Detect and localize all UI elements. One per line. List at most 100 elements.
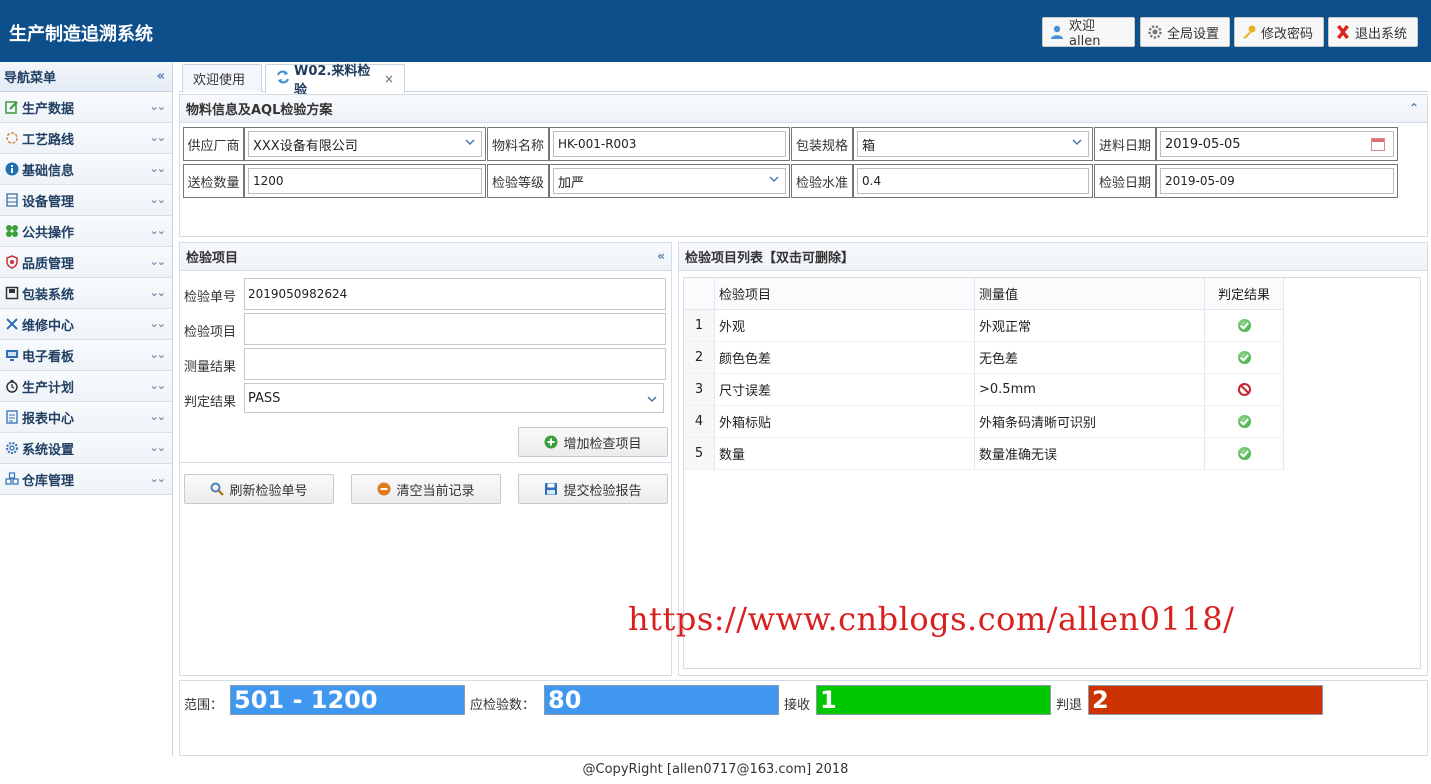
chevron-down-icon[interactable]: ⌄⌄ — [150, 131, 167, 144]
sidebar-item-label: 基础信息 — [22, 163, 75, 179]
inspection-qty-field[interactable]: 1200 — [244, 164, 486, 198]
chevron-down-icon[interactable]: ⌄⌄ — [150, 317, 167, 330]
material-panel-title: 物料信息及AQL检验方案 — [186, 103, 333, 118]
chevron-down-icon[interactable]: ⌄⌄ — [150, 193, 167, 206]
welcome-label: 欢迎 allen — [1069, 19, 1101, 49]
inspection-date-label: 检验日期 — [1094, 164, 1156, 198]
inspection-qty-value: 1200 — [253, 174, 284, 188]
chevron-down-icon[interactable]: ⌄⌄ — [150, 255, 167, 268]
shield-icon — [4, 254, 20, 270]
search-icon — [210, 482, 225, 496]
list-panel-title: 检验项目列表【双击可删除】 — [685, 251, 855, 266]
collapse-left-icon[interactable]: « — [657, 249, 665, 263]
incoming-date-field[interactable]: 2019-05-05 — [1156, 127, 1398, 161]
sidebar-item[interactable]: 公共操作 ⌄⌄ — [0, 216, 172, 247]
supplier-select[interactable]: XXX设备有限公司 — [244, 127, 486, 161]
sidebar-item[interactable]: 仓库管理 ⌄⌄ — [0, 464, 172, 495]
change-password-button[interactable]: 修改密码 — [1234, 17, 1324, 47]
order-number-value: 2019050982624 — [248, 287, 348, 301]
sidebar-item[interactable]: 生产计划 ⌄⌄ — [0, 371, 172, 402]
table-row[interactable]: 1 外观 外观正常 — [684, 310, 1284, 342]
chevron-down-icon[interactable]: ⌄⌄ — [150, 224, 167, 237]
aql-level-value: 0.4 — [862, 174, 882, 188]
minus-icon — [377, 482, 391, 496]
order-number-field[interactable]: 2019050982624 — [244, 278, 666, 310]
sidebar-item[interactable]: 设备管理 ⌄⌄ — [0, 185, 172, 216]
logout-button[interactable]: 退出系统 — [1328, 17, 1418, 47]
value-cell: 数量准确无误 — [974, 438, 1204, 469]
judge-select[interactable]: PASS — [244, 383, 664, 413]
check-circle-icon — [1237, 351, 1251, 364]
range-value: 501 - 1200 — [230, 685, 465, 715]
sidebar-item[interactable]: 维修中心 ⌄⌄ — [0, 309, 172, 340]
tab-incoming-inspection[interactable]: W02.来料检验 × — [265, 64, 405, 98]
chevron-down-icon[interactable]: ⌄⌄ — [150, 472, 167, 485]
table-row[interactable]: 2 颜色色差 无色差 — [684, 342, 1284, 374]
refresh-order-button[interactable]: 刷新检验单号 — [184, 474, 334, 504]
measure-row: 测量结果 — [180, 348, 673, 380]
item-panel-header: 检验项目 « — [180, 243, 671, 271]
chevron-down-icon[interactable]: ⌄⌄ — [150, 348, 167, 361]
column-header[interactable]: 检验项目 — [714, 278, 974, 309]
route-icon — [4, 130, 20, 146]
sidebar-item-label: 设备管理 — [22, 194, 75, 210]
calendar-icon[interactable] — [1371, 138, 1385, 151]
add-item-button[interactable]: 增加检查项目 — [518, 427, 668, 457]
chevron-down-icon[interactable]: ⌄⌄ — [150, 162, 167, 175]
forbidden-icon — [1237, 383, 1251, 396]
column-header[interactable]: 判定结果 — [1204, 278, 1284, 309]
judge-label: 判定结果 — [184, 395, 237, 410]
collapse-sidebar-icon[interactable]: « — [157, 69, 165, 84]
sidebar-item[interactable]: 基础信息 ⌄⌄ — [0, 154, 172, 185]
sidebar-item[interactable]: 包装系统 ⌄⌄ — [0, 278, 172, 309]
add-item-label: 增加检查项目 — [563, 436, 642, 452]
refresh-tab-icon — [276, 70, 290, 88]
inspection-level-select[interactable]: 加严 — [549, 164, 790, 198]
chevron-down-icon[interactable]: ⌄⌄ — [150, 100, 167, 113]
chevron-down-icon[interactable]: ⌄⌄ — [150, 379, 167, 392]
sidebar-item-label: 工艺路线 — [22, 132, 75, 148]
chevron-down-icon[interactable]: ⌄⌄ — [150, 441, 167, 454]
submit-report-button[interactable]: 提交检验报告 — [518, 474, 668, 504]
sidebar-item[interactable]: 系统设置 ⌄⌄ — [0, 433, 172, 464]
accept-label: 接收 — [784, 698, 811, 713]
sidebar-item[interactable]: 工艺路线 ⌄⌄ — [0, 123, 172, 154]
tab-welcome[interactable]: 欢迎使用 — [182, 64, 262, 92]
aql-level-field[interactable]: 0.4 — [853, 164, 1093, 198]
clock-icon — [4, 378, 20, 394]
item-label: 检验项目 — [184, 325, 237, 340]
table-row[interactable]: 5 数量 数量准确无误 — [684, 438, 1284, 470]
chevron-down-icon[interactable]: ⌄⌄ — [150, 286, 167, 299]
package-spec-select[interactable]: 箱 — [853, 127, 1093, 161]
measure-input[interactable] — [244, 348, 666, 380]
value-cell: 外观正常 — [974, 310, 1204, 341]
column-header[interactable]: 测量值 — [974, 278, 1204, 309]
inspection-item-panel: 检验项目 « 检验单号 2019050982624 检验项目 测量结果 判定结果… — [179, 242, 672, 676]
item-cell: 数量 — [714, 438, 974, 469]
gear-icon — [1147, 24, 1163, 40]
sidebar-item[interactable]: 品质管理 ⌄⌄ — [0, 247, 172, 278]
tab-close-icon[interactable]: × — [384, 72, 394, 86]
edit-icon — [4, 99, 20, 115]
monitor-icon — [4, 347, 20, 363]
sidebar-item[interactable]: 生产数据 ⌄⌄ — [0, 92, 172, 123]
table-row[interactable]: 3 尺寸误差 >0.5mm — [684, 374, 1284, 406]
global-settings-button[interactable]: 全局设置 — [1140, 17, 1230, 47]
welcome-button[interactable]: 欢迎 allen — [1042, 17, 1135, 49]
material-name-field[interactable]: HK-001-R003 — [549, 127, 790, 161]
add-icon — [544, 435, 558, 449]
item-input[interactable] — [244, 313, 666, 345]
sidebar-item[interactable]: 报表中心 ⌄⌄ — [0, 402, 172, 433]
tab-incoming-inspection-label: W02.来料检验 — [294, 64, 371, 98]
result-cell — [1204, 310, 1284, 341]
sidebar-item[interactable]: 电子看板 ⌄⌄ — [0, 340, 172, 371]
sidebar-item-label: 维修中心 — [22, 318, 75, 334]
table-row[interactable]: 4 外箱标贴 外箱条码清晰可识别 — [684, 406, 1284, 438]
clear-record-button[interactable]: 清空当前记录 — [351, 474, 501, 504]
chevron-down-icon[interactable]: ⌄⌄ — [150, 410, 167, 423]
material-info-panel: 物料信息及AQL检验方案 ⌃ 供应厂商 XXX设备有限公司 物料名称 HK-00… — [179, 94, 1428, 237]
collapse-up-icon[interactable]: ⌃ — [1409, 101, 1419, 115]
value-cell: >0.5mm — [974, 374, 1204, 405]
inspection-date-field[interactable]: 2019-05-09 — [1156, 164, 1398, 198]
incoming-date-label: 进料日期 — [1094, 127, 1156, 161]
